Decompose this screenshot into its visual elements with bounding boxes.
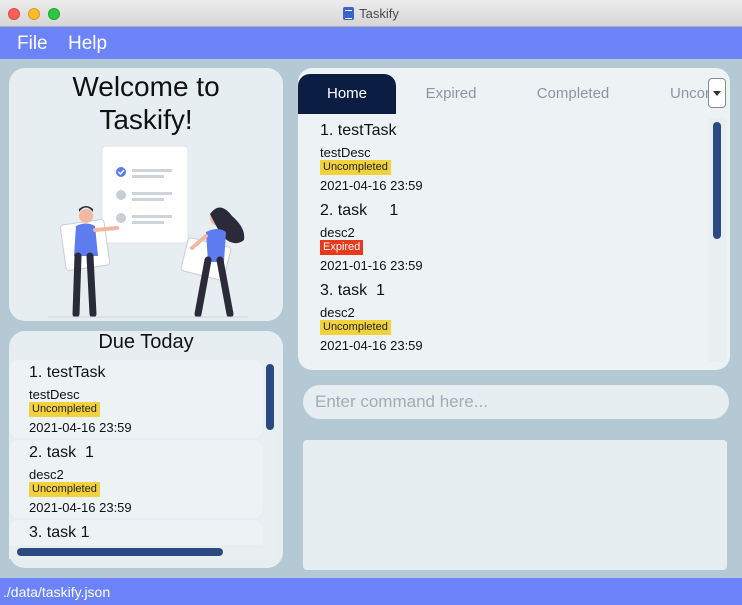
list-item[interactable]: 3. task 1 — [9, 520, 263, 545]
task-list-vertical-scrollbar[interactable] — [709, 118, 726, 362]
task-description: desc2 — [29, 467, 64, 482]
clipboard-icon — [343, 7, 355, 20]
status-badge: Uncompleted — [320, 160, 391, 175]
task-description: desc2 — [320, 305, 355, 320]
due-today-horizontal-scrollbar[interactable] — [9, 545, 277, 559]
task-date: 2021-04-16 23:59 — [29, 420, 132, 435]
task-date: 2021-04-16 23:59 — [29, 500, 132, 515]
tab-bar: Home Expired Completed Uncompleted — [298, 68, 730, 114]
window-title: Taskify — [359, 6, 399, 21]
task-list[interactable]: 1. testTask testDesc Uncompleted 2021-04… — [300, 118, 709, 362]
menu-bar: File Help — [0, 27, 742, 59]
tab-overflow-dropdown[interactable] — [708, 78, 726, 108]
status-badge: Uncompleted — [320, 320, 391, 335]
welcome-title-line2: Taskify! — [99, 104, 193, 135]
scrollbar-thumb[interactable] — [17, 548, 223, 556]
welcome-title: Welcome to Taskify! — [9, 68, 283, 136]
status-file-path: ./data/taskify.json — [3, 584, 111, 600]
title-bar: Taskify — [0, 0, 742, 27]
list-item[interactable]: 2. task 1 desc2 Expired 2021-01-16 23:59 — [300, 198, 709, 276]
tab-uncompleted[interactable]: Uncompleted — [640, 74, 710, 114]
list-item[interactable]: 1. testTask testDesc Uncompleted 2021-04… — [9, 360, 263, 438]
task-name: 3. task 1 — [29, 524, 90, 541]
list-item[interactable]: 1. testTask testDesc Uncompleted 2021-04… — [300, 118, 709, 196]
list-item[interactable]: 2. task 1 desc2 Uncompleted 2021-04-16 2… — [9, 440, 263, 518]
status-bar: ./data/taskify.json — [0, 578, 742, 605]
result-display — [303, 440, 727, 570]
task-description: testDesc — [29, 387, 80, 402]
tab-expired[interactable]: Expired — [396, 74, 506, 114]
app-window: Taskify File Help Welcome to Taskify! Du… — [0, 0, 742, 605]
task-description: desc2 — [320, 225, 355, 240]
command-input[interactable] — [303, 385, 729, 419]
window-title-wrap: Taskify — [0, 6, 742, 21]
task-name: 1. testTask — [320, 122, 397, 139]
task-name: 1. testTask — [29, 364, 106, 381]
scrollbar-thumb[interactable] — [713, 122, 721, 239]
tab-home[interactable]: Home — [298, 74, 396, 114]
task-name: 3. task 1 — [320, 282, 385, 299]
two-people-checklist-illustration — [48, 145, 248, 318]
task-date: 2021-04-16 23:59 — [320, 178, 423, 193]
list-item[interactable]: 3. task 1 desc2 Uncompleted 2021-04-16 2… — [300, 278, 709, 356]
status-badge: Uncompleted — [29, 482, 100, 497]
task-name: 2. task 1 — [320, 202, 399, 219]
welcome-title-line1: Welcome to — [72, 71, 220, 102]
menu-file[interactable]: File — [17, 33, 48, 55]
task-date: 2021-01-16 23:59 — [320, 258, 423, 273]
due-today-vertical-scrollbar[interactable] — [263, 360, 277, 545]
status-badge: Expired — [320, 240, 364, 255]
task-date: 2021-04-16 23:59 — [320, 338, 423, 353]
scrollbar-thumb[interactable] — [266, 364, 274, 430]
menu-help[interactable]: Help — [68, 33, 107, 55]
due-today-title: Due Today — [98, 331, 194, 353]
task-name: 2. task 1 — [29, 444, 94, 461]
tab-completed[interactable]: Completed — [506, 74, 640, 114]
due-today-list[interactable]: 1. testTask testDesc Uncompleted 2021-04… — [9, 360, 263, 545]
task-description: testDesc — [320, 145, 371, 160]
status-badge: Uncompleted — [29, 402, 100, 417]
